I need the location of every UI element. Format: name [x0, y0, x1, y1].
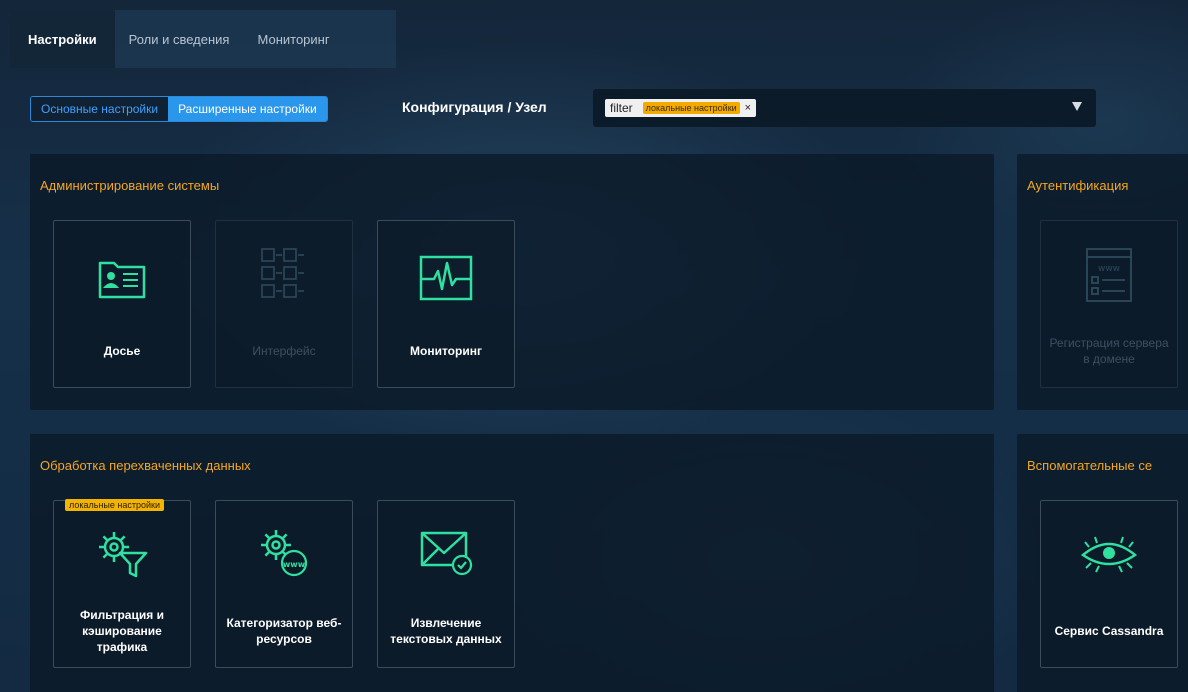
panel-title: Администрирование системы — [40, 178, 220, 193]
tile-dossier[interactable]: Досье — [53, 220, 191, 388]
tile-cassandra[interactable]: Сервис Cassandra — [1040, 500, 1178, 668]
interface-grid-icon — [216, 241, 352, 298]
panel-title: Аутентификация — [1027, 178, 1129, 193]
panel-auxiliary-services: Вспомогательные се Сервис Cassandra — [1017, 434, 1188, 692]
svg-text:www: www — [283, 560, 306, 569]
tab-settings[interactable]: Настройки — [10, 10, 115, 68]
heartbeat-monitor-icon — [378, 251, 514, 307]
tab-roles[interactable]: Роли и сведения — [115, 10, 244, 68]
filter-chip: filter локальные настройки × — [605, 99, 757, 117]
www-browser-icon: www — [1041, 243, 1177, 302]
tile-text-extraction[interactable]: Извлечение текстовых данных — [377, 500, 515, 668]
tile-web-categorizer[interactable]: www Категоризатор веб-ресурсов — [215, 500, 353, 668]
filter-chip-tag: локальные настройки — [642, 102, 740, 114]
tile-interface: Интерфейс — [215, 220, 353, 388]
panel-system-admin: Администрирование системы Досье Интерфей… — [30, 154, 994, 410]
local-settings-badge: локальные настройки — [65, 499, 164, 511]
tile-label: Мониторинг — [410, 344, 482, 358]
tile-label: Фильтрация и кэширование трафика — [80, 608, 164, 654]
tile-label: Сервис Cassandra — [1054, 624, 1164, 638]
tile-traffic-filtering[interactable]: локальные настройки Фильтрация и кэширов… — [53, 499, 191, 668]
tile-label: Категоризатор веб-ресурсов — [226, 616, 342, 646]
breadcrumb: Конфигурация / Узел — [402, 99, 547, 115]
dossier-card-icon — [54, 251, 190, 307]
chevron-down-icon[interactable] — [1072, 102, 1082, 111]
panel-title: Обработка перехваченных данных — [40, 458, 251, 473]
filter-chip-text: filter — [610, 101, 633, 115]
tile-label: Досье — [103, 344, 141, 358]
tab-monitoring[interactable]: Мониторинг — [243, 10, 343, 68]
tile-label: Регистрация сервера в домене — [1049, 336, 1169, 366]
panel-title: Вспомогательные се — [1027, 458, 1153, 473]
app-frame: Настройки Роли и сведения Мониторинг Осн… — [10, 10, 1188, 692]
tile-label: Интерфейс — [252, 344, 316, 358]
tab-bar: Настройки Роли и сведения Мониторинг — [10, 10, 396, 68]
gear-filter-icon — [54, 523, 190, 579]
filter-input[interactable]: filter локальные настройки × — [593, 89, 1096, 127]
tile-monitoring[interactable]: Мониторинг — [377, 220, 515, 388]
tile-label: Извлечение текстовых данных — [390, 616, 502, 646]
basic-settings-button[interactable]: Основные настройки — [31, 97, 169, 121]
envelope-check-icon — [378, 523, 514, 579]
gear-www-icon: www — [216, 523, 352, 579]
tile-domain-registration: www Регистрация сервера в домене — [1040, 220, 1178, 388]
cassandra-eye-icon — [1041, 535, 1177, 591]
advanced-settings-button[interactable]: Расширенные настройки — [168, 97, 327, 121]
settings-mode-toggle: Основные настройки Расширенные настройки — [30, 96, 328, 122]
panel-authentication: Аутентификация www Регистрация сервера в… — [1017, 154, 1188, 410]
close-icon[interactable]: × — [745, 102, 751, 114]
svg-text:www: www — [1098, 264, 1120, 274]
panel-data-processing: Обработка перехваченных данных локальные… — [30, 434, 994, 692]
